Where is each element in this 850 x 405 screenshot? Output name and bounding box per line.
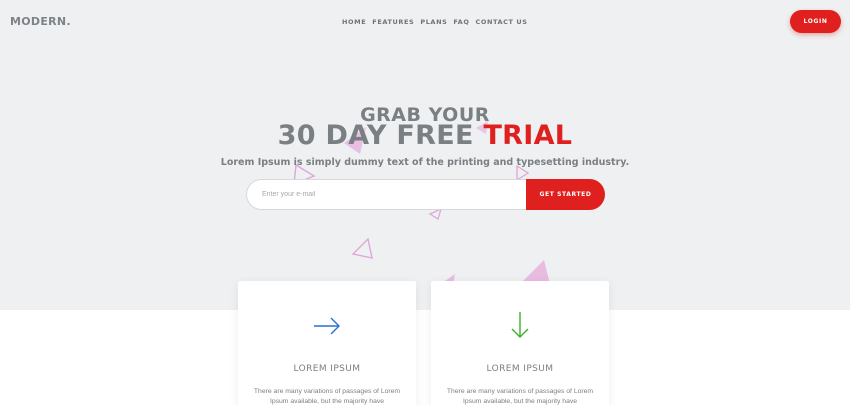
feature-description: There are many variations of passages of… <box>446 388 594 405</box>
hero-heading-accent: TRIAL <box>483 120 573 151</box>
triangle-decor-3 <box>516 164 530 182</box>
nav-faq[interactable]: FAQ <box>453 18 469 26</box>
nav-contact-us[interactable]: CONTACT US <box>475 18 527 26</box>
email-input[interactable] <box>246 179 536 210</box>
features-section-background <box>0 310 850 405</box>
hero-subtitle: Lorem Ipsum is simply dummy text of the … <box>220 157 630 168</box>
nav-home[interactable]: HOME <box>342 18 366 26</box>
get-started-button[interactable]: GET STARTED <box>526 179 605 210</box>
brand-logo[interactable]: MODERN. <box>10 15 71 28</box>
feature-card-1: LOREM IPSUM There are many variations of… <box>238 281 416 405</box>
hero-heading-main: 30 DAY FREE <box>277 120 474 151</box>
nav-features[interactable]: FEATURES <box>372 18 414 26</box>
signup-form: GET STARTED <box>246 179 605 210</box>
triangle-decor-4 <box>428 207 443 221</box>
hero-heading-line2: 30 DAY FREE TRIAL <box>0 120 850 151</box>
landing-page: MODERN. HOME FEATURES PLANS FAQ CONTACT … <box>0 0 850 405</box>
feature-description: There are many variations of passages of… <box>253 388 401 405</box>
nav-plans[interactable]: PLANS <box>420 18 447 26</box>
feature-title: LOREM IPSUM <box>486 364 554 374</box>
login-button[interactable]: LOGIN <box>790 10 841 33</box>
main-nav: HOME FEATURES PLANS FAQ CONTACT US <box>342 18 528 26</box>
feature-card-2: LOREM IPSUM There are many variations of… <box>431 281 609 405</box>
triangle-decor-5 <box>351 237 373 259</box>
arrow-right-icon <box>314 317 340 335</box>
arrow-down-icon <box>511 312 529 338</box>
feature-title: LOREM IPSUM <box>293 364 361 374</box>
